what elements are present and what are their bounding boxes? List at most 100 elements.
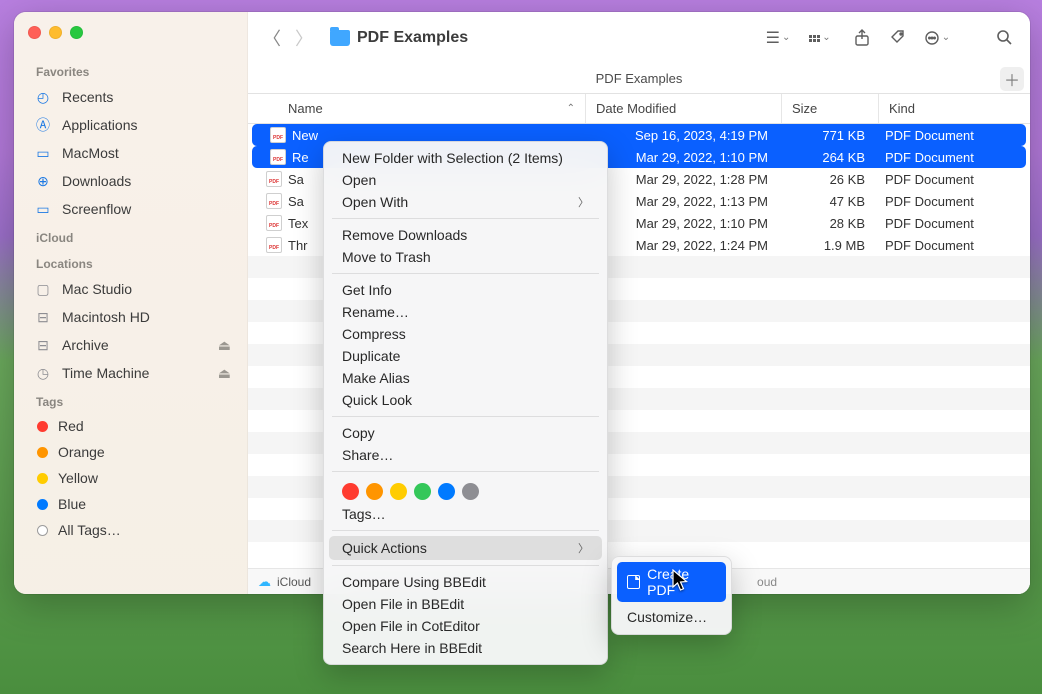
- sidebar-item-screenflow[interactable]: ▭Screenflow: [14, 195, 247, 223]
- forward-button[interactable]: 〉: [292, 26, 316, 50]
- sidebar-item-mac-studio[interactable]: ▢Mac Studio: [14, 275, 247, 303]
- menu-compare-bbedit[interactable]: Compare Using BBEdit: [324, 571, 607, 593]
- sidebar-tag-blue[interactable]: Blue: [14, 491, 247, 517]
- apps-icon: Ⓐ: [34, 116, 52, 134]
- sidebar-all-tags[interactable]: All Tags…: [14, 517, 247, 543]
- menu-new-folder[interactable]: New Folder with Selection (2 Items): [324, 147, 607, 169]
- quick-actions-submenu: Create PDF Customize…: [611, 556, 732, 635]
- group-button[interactable]: ⌄: [800, 24, 840, 52]
- folder-icon: [330, 30, 350, 46]
- column-kind[interactable]: Kind: [879, 94, 1030, 123]
- menu-open-coteditor[interactable]: Open File in CotEditor: [324, 615, 607, 637]
- context-menu: New Folder with Selection (2 Items) Open…: [323, 141, 608, 665]
- sidebar-tag-yellow[interactable]: Yellow: [14, 465, 247, 491]
- sidebar-item-applications[interactable]: ⒶApplications: [14, 111, 247, 139]
- sidebar-item-downloads[interactable]: ⊕Downloads: [14, 167, 247, 195]
- sidebar-tag-red[interactable]: Red: [14, 413, 247, 439]
- action-button[interactable]: ⌄: [920, 24, 954, 52]
- tab-title[interactable]: PDF Examples: [596, 71, 683, 86]
- menu-open-bbedit[interactable]: Open File in BBEdit: [324, 593, 607, 615]
- zoom-window-button[interactable]: [70, 26, 83, 39]
- column-size[interactable]: Size: [782, 94, 879, 123]
- menu-separator: [332, 273, 599, 274]
- menu-open[interactable]: Open: [324, 169, 607, 191]
- menu-remove-downloads[interactable]: Remove Downloads: [324, 224, 607, 246]
- eject-icon[interactable]: ⏏: [218, 337, 231, 354]
- sort-caret-icon: ⌃: [567, 103, 575, 114]
- menu-copy[interactable]: Copy: [324, 422, 607, 444]
- favorites-header: Favorites: [14, 57, 247, 83]
- sidebar-item-time-machine[interactable]: ◷Time Machine⏏: [14, 359, 247, 387]
- menu-rename[interactable]: Rename…: [324, 301, 607, 323]
- file-icon: [266, 237, 282, 253]
- file-icon: [270, 127, 286, 143]
- file-icon: [270, 149, 286, 165]
- sidebar-tag-orange[interactable]: Orange: [14, 439, 247, 465]
- tag-blue[interactable]: [438, 483, 455, 500]
- menu-get-info[interactable]: Get Info: [324, 279, 607, 301]
- tag-dot-icon: [37, 421, 48, 432]
- tags-button[interactable]: [884, 24, 912, 52]
- tag-dot-icon: [37, 525, 48, 536]
- file-icon: [266, 193, 282, 209]
- column-date[interactable]: Date Modified: [586, 94, 782, 123]
- sidebar-item-archive[interactable]: ⊟Archive⏏: [14, 331, 247, 359]
- tag-dot-icon: [37, 447, 48, 458]
- close-window-button[interactable]: [28, 26, 41, 39]
- sidebar-item-macintosh-hd[interactable]: ⊟Macintosh HD: [14, 303, 247, 331]
- window-controls: [14, 24, 247, 57]
- path-segment[interactable]: iCloud: [277, 575, 311, 589]
- file-icon: [266, 215, 282, 231]
- menu-tag-row: [324, 477, 607, 503]
- menu-tags[interactable]: Tags…: [324, 503, 607, 525]
- disk-icon: ⊟: [34, 336, 52, 354]
- sidebar-item-recents[interactable]: ◴Recents: [14, 83, 247, 111]
- menu-separator: [332, 565, 599, 566]
- menu-separator: [332, 530, 599, 531]
- chevron-right-icon: 〉: [578, 194, 589, 210]
- submenu-customize[interactable]: Customize…: [617, 605, 726, 629]
- new-tab-button[interactable]: ＋: [1000, 67, 1024, 91]
- tags-header: Tags: [14, 387, 247, 413]
- timemachine-icon: ◷: [34, 364, 52, 382]
- menu-quick-actions[interactable]: Quick Actions〉: [329, 536, 602, 560]
- column-name[interactable]: Name⌃: [248, 94, 586, 123]
- folder-icon: ▭: [34, 200, 52, 218]
- grid-icon: [809, 35, 820, 42]
- menu-separator: [332, 471, 599, 472]
- menu-compress[interactable]: Compress: [324, 323, 607, 345]
- menu-share[interactable]: Share…: [324, 444, 607, 466]
- tag-dot-icon: [37, 473, 48, 484]
- toolbar: 〈 〉 PDF Examples ☰⌄ ⌄ ⌄: [248, 12, 1030, 64]
- back-button[interactable]: 〈: [260, 26, 284, 50]
- cloud-icon: ☁: [258, 574, 271, 590]
- tag-green[interactable]: [414, 483, 431, 500]
- menu-open-with[interactable]: Open With〉: [324, 191, 607, 213]
- search-button[interactable]: [990, 24, 1018, 52]
- folder-icon: ▭: [34, 144, 52, 162]
- menu-quick-look[interactable]: Quick Look: [324, 389, 607, 411]
- clock-icon: ◴: [34, 88, 52, 106]
- menu-separator: [332, 416, 599, 417]
- download-icon: ⊕: [34, 172, 52, 190]
- tag-orange[interactable]: [366, 483, 383, 500]
- locations-header: Locations: [14, 249, 247, 275]
- menu-make-alias[interactable]: Make Alias: [324, 367, 607, 389]
- tag-yellow[interactable]: [390, 483, 407, 500]
- eject-icon[interactable]: ⏏: [218, 365, 231, 382]
- submenu-create-pdf[interactable]: Create PDF: [617, 562, 726, 602]
- sidebar-item-macmost[interactable]: ▭MacMost: [14, 139, 247, 167]
- share-button[interactable]: [848, 24, 876, 52]
- menu-separator: [332, 218, 599, 219]
- menu-search-bbedit[interactable]: Search Here in BBEdit: [324, 637, 607, 659]
- document-icon: [627, 575, 640, 589]
- tag-red[interactable]: [342, 483, 359, 500]
- disk-icon: ⊟: [34, 308, 52, 326]
- view-list-button[interactable]: ☰⌄: [764, 24, 792, 52]
- icloud-header: iCloud: [14, 223, 247, 249]
- minimize-window-button[interactable]: [49, 26, 62, 39]
- menu-move-to-trash[interactable]: Move to Trash: [324, 246, 607, 268]
- column-headers: Name⌃ Date Modified Size Kind: [248, 94, 1030, 124]
- tag-gray[interactable]: [462, 483, 479, 500]
- menu-duplicate[interactable]: Duplicate: [324, 345, 607, 367]
